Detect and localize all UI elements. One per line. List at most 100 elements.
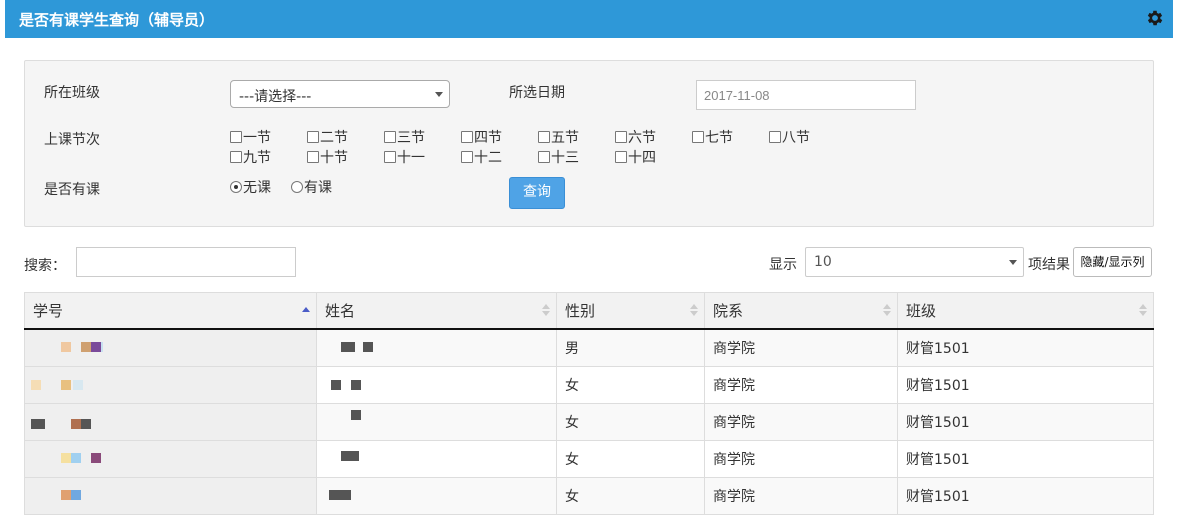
period-label-3: 三节	[397, 130, 425, 146]
period-label: 上课节次	[44, 132, 100, 148]
table-row[interactable]: 男 商学院 财管1501	[24, 329, 1154, 367]
class-cell: 财管1501	[897, 477, 1154, 515]
period-label-11: 十一	[397, 150, 425, 166]
student-table: 学号 姓名 性别 院系 班级 男 商学院 财管1501 女 商学院 财管1501…	[24, 292, 1154, 515]
checkbox-icon	[230, 151, 242, 163]
radio-no-class-label: 无课	[243, 180, 271, 196]
period-checkbox-7[interactable]: 七节	[692, 129, 733, 147]
sort-icon	[883, 304, 891, 318]
checkbox-icon	[615, 131, 627, 143]
department-cell: 商学院	[704, 477, 898, 515]
period-label-2: 二节	[320, 130, 348, 146]
period-checkbox-4[interactable]: 四节	[461, 129, 502, 147]
name-cell-redacted	[316, 329, 557, 367]
period-label-12: 十二	[474, 150, 502, 166]
gender-cell: 女	[556, 477, 705, 515]
department-cell: 商学院	[704, 366, 898, 404]
class-label: 所在班级	[44, 85, 100, 101]
radio-no-class[interactable]: 无课	[230, 179, 271, 197]
column-header-student-id[interactable]: 学号	[24, 292, 317, 330]
class-select-value: ---请选择---	[239, 89, 312, 105]
checkbox-icon	[538, 151, 550, 163]
column-header-label: 姓名	[325, 302, 356, 320]
class-cell: 财管1501	[897, 440, 1154, 478]
period-checkbox-10[interactable]: 十节	[307, 149, 348, 167]
student-id-cell-redacted	[24, 366, 317, 404]
period-checkbox-14[interactable]: 十四	[615, 149, 656, 167]
department-cell: 商学院	[704, 403, 898, 441]
period-label-7: 七节	[705, 130, 733, 146]
chevron-down-icon	[435, 92, 443, 97]
period-label-4: 四节	[474, 130, 502, 146]
radio-has-class-label: 有课	[304, 180, 332, 196]
name-cell-redacted	[316, 440, 557, 478]
checkbox-icon	[384, 131, 396, 143]
has-class-label: 是否有课	[44, 182, 100, 198]
class-cell: 财管1501	[897, 366, 1154, 404]
date-input[interactable]	[696, 80, 916, 110]
gender-cell: 男	[556, 329, 705, 367]
gender-cell: 女	[556, 440, 705, 478]
radio-has-class[interactable]: 有课	[291, 179, 332, 197]
search-input[interactable]	[76, 247, 296, 277]
name-cell-redacted	[316, 477, 557, 515]
table-header-row: 学号 姓名 性别 院系 班级	[24, 292, 1154, 330]
department-cell: 商学院	[704, 440, 898, 478]
checkbox-icon	[769, 131, 781, 143]
chevron-down-icon	[1009, 260, 1017, 265]
table-row[interactable]: 女 商学院 财管1501	[24, 440, 1154, 478]
column-header-label: 院系	[713, 302, 744, 320]
column-header-name[interactable]: 姓名	[316, 292, 557, 330]
column-header-gender[interactable]: 性别	[556, 292, 705, 330]
checkbox-icon	[538, 131, 550, 143]
period-label-1: 一节	[243, 130, 271, 146]
sort-icon	[690, 304, 698, 318]
name-cell-redacted	[316, 403, 557, 441]
table-row[interactable]: 女 商学院 财管1501	[24, 366, 1154, 404]
checkbox-icon	[384, 151, 396, 163]
gender-cell: 女	[556, 403, 705, 441]
search-label: 搜索：	[24, 258, 66, 274]
radio-checked-icon	[230, 181, 242, 193]
column-header-class[interactable]: 班级	[897, 292, 1154, 330]
column-header-label: 性别	[565, 302, 596, 320]
query-button[interactable]: 查询	[509, 177, 565, 209]
period-checkbox-2[interactable]: 二节	[307, 129, 348, 147]
gear-icon[interactable]	[1145, 8, 1165, 28]
student-id-cell-redacted	[24, 477, 317, 515]
table-row[interactable]: 女 商学院 财管1501	[24, 477, 1154, 515]
period-checkbox-6[interactable]: 六节	[615, 129, 656, 147]
sort-icon	[1139, 304, 1147, 318]
checkbox-icon	[461, 151, 473, 163]
student-id-cell-redacted	[24, 329, 317, 367]
period-checkbox-9[interactable]: 九节	[230, 149, 271, 167]
column-header-department[interactable]: 院系	[704, 292, 898, 330]
period-checkbox-11[interactable]: 十一	[384, 149, 425, 167]
name-cell-redacted	[316, 366, 557, 404]
checkbox-icon	[307, 131, 319, 143]
page-size-select[interactable]: 10	[805, 247, 1024, 277]
column-header-label: 学号	[33, 302, 64, 320]
period-checkbox-8[interactable]: 八节	[769, 129, 810, 147]
period-checkbox-1[interactable]: 一节	[230, 129, 271, 147]
sort-asc-icon	[302, 304, 310, 318]
period-checkbox-5[interactable]: 五节	[538, 129, 579, 147]
student-id-cell-redacted	[24, 403, 317, 441]
toggle-columns-button[interactable]: 隐藏/显示列	[1073, 247, 1152, 277]
period-label-8: 八节	[782, 130, 810, 146]
period-checkbox-13[interactable]: 十三	[538, 149, 579, 167]
period-checkbox-12[interactable]: 十二	[461, 149, 502, 167]
checkbox-icon	[230, 131, 242, 143]
date-label: 所选日期	[509, 85, 565, 101]
table-row[interactable]: 女 商学院 财管1501	[24, 403, 1154, 441]
period-checkbox-3[interactable]: 三节	[384, 129, 425, 147]
items-label: 项结果	[1028, 257, 1070, 273]
period-label-13: 十三	[551, 150, 579, 166]
show-label: 显示	[769, 257, 797, 273]
checkbox-icon	[461, 131, 473, 143]
period-label-14: 十四	[628, 150, 656, 166]
class-select[interactable]: ---请选择---	[230, 80, 450, 108]
checkbox-icon	[692, 131, 704, 143]
checkbox-icon	[307, 151, 319, 163]
period-label-6: 六节	[628, 130, 656, 146]
